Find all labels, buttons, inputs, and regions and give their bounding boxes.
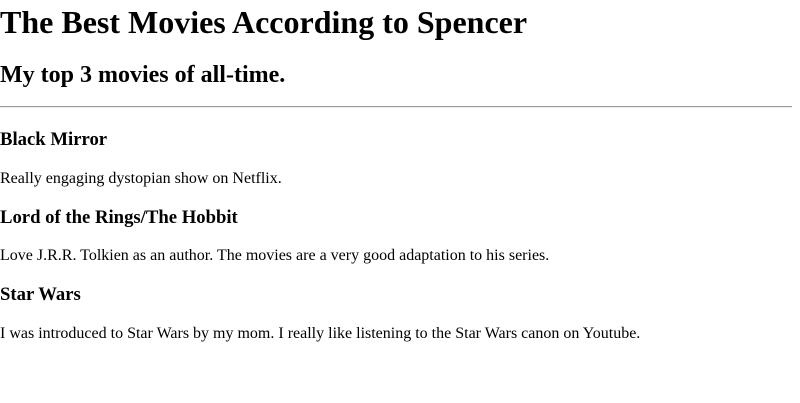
movie-title-lord-of-the-rings: Lord of the Rings/The Hobbit	[0, 207, 238, 228]
movie-description-lord-of-the-rings: Love J.R.R. Tolkien as an author. The mo…	[0, 247, 550, 264]
page-title: The Best Movies According to Spencer	[0, 4, 528, 40]
movie-description-black-mirror: Really engaging dystopian show on Netfli…	[0, 170, 282, 187]
movie-title-star-wars: Star Wars	[0, 284, 81, 305]
movie-description-star-wars: I was introduced to Star Wars by my mom.…	[0, 325, 641, 342]
movie-title-black-mirror: Black Mirror	[0, 129, 108, 150]
section-divider	[0, 106, 792, 108]
page-subtitle: My top 3 movies of all-time.	[0, 62, 286, 88]
